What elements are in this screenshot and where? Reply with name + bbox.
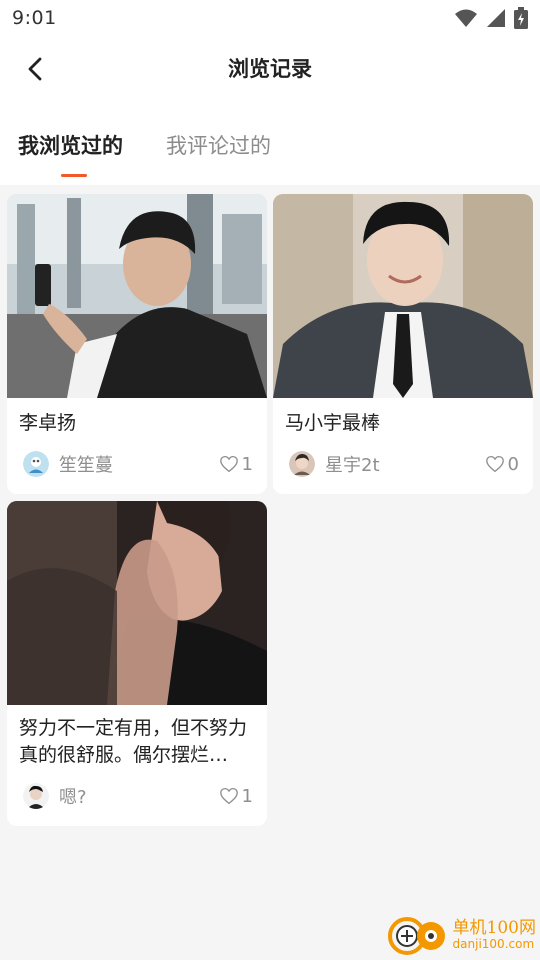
avatar (23, 451, 49, 477)
post-image (273, 194, 533, 398)
tab-bar: 我浏览过的 我评论过的 (0, 100, 540, 185)
watermark-logo-icon (387, 917, 445, 955)
post-image (7, 501, 267, 705)
chevron-left-icon (28, 57, 42, 81)
post-title: 马小宇最棒 (285, 412, 381, 434)
page-title: 浏览记录 (228, 57, 312, 81)
post-card[interactable]: 努力不一定有用，但不努力真的很舒服。偶尔摆烂… 嗯? 1 (7, 501, 267, 826)
post-footer: 嗯? 1 (7, 782, 267, 810)
like-button[interactable]: 0 (485, 454, 519, 475)
post-footer: 星宇2t 0 (273, 450, 533, 478)
watermark-cn: 单机100网 (452, 917, 536, 938)
post-title: 努力不一定有用，但不努力真的很舒服。偶尔摆烂… (19, 717, 248, 766)
post-author[interactable]: 笙笙蔓 (23, 451, 113, 477)
tab-browsed[interactable]: 我浏览过的 (18, 130, 123, 160)
watermark-en: danji100.com (452, 936, 535, 951)
wifi-icon (455, 9, 477, 27)
author-name: 嗯? (59, 787, 87, 808)
like-count: 1 (241, 453, 253, 475)
nav-bar: 浏览记录 (0, 36, 540, 100)
post-author[interactable]: 星宇2t (289, 451, 380, 477)
tab-commented[interactable]: 我评论过的 (166, 130, 271, 160)
post-card[interactable]: 李卓扬 笙笙蔓 1 (7, 194, 267, 494)
status-time: 9:01 (12, 7, 57, 29)
status-bar: 9:01 (0, 0, 540, 36)
top-area: 9:01 浏览记录 我浏览过的 我评论过的 (0, 0, 540, 185)
like-count: 0 (507, 453, 519, 475)
heart-icon (219, 787, 238, 805)
signal-icon (487, 9, 505, 27)
post-image (7, 194, 267, 398)
tab-indicator (61, 174, 87, 177)
watermark: 单机100网 danji100.com (387, 912, 536, 958)
like-count: 1 (241, 785, 253, 807)
heart-icon (485, 455, 504, 473)
author-name: 星宇2t (325, 455, 380, 476)
status-icons (454, 7, 528, 29)
avatar (23, 783, 49, 809)
post-card[interactable]: 马小宇最棒 星宇2t 0 (273, 194, 533, 494)
heart-icon (219, 455, 238, 473)
post-author[interactable]: 嗯? (23, 783, 87, 809)
watermark-text: 单机100网 danji100.com (452, 917, 536, 951)
like-button[interactable]: 1 (219, 454, 253, 475)
post-title: 李卓扬 (19, 412, 77, 434)
author-name: 笙笙蔓 (59, 455, 113, 476)
back-button[interactable] (18, 52, 52, 86)
post-footer: 笙笙蔓 1 (7, 450, 267, 478)
avatar (289, 451, 315, 477)
like-button[interactable]: 1 (219, 786, 253, 807)
battery-icon (514, 7, 528, 29)
